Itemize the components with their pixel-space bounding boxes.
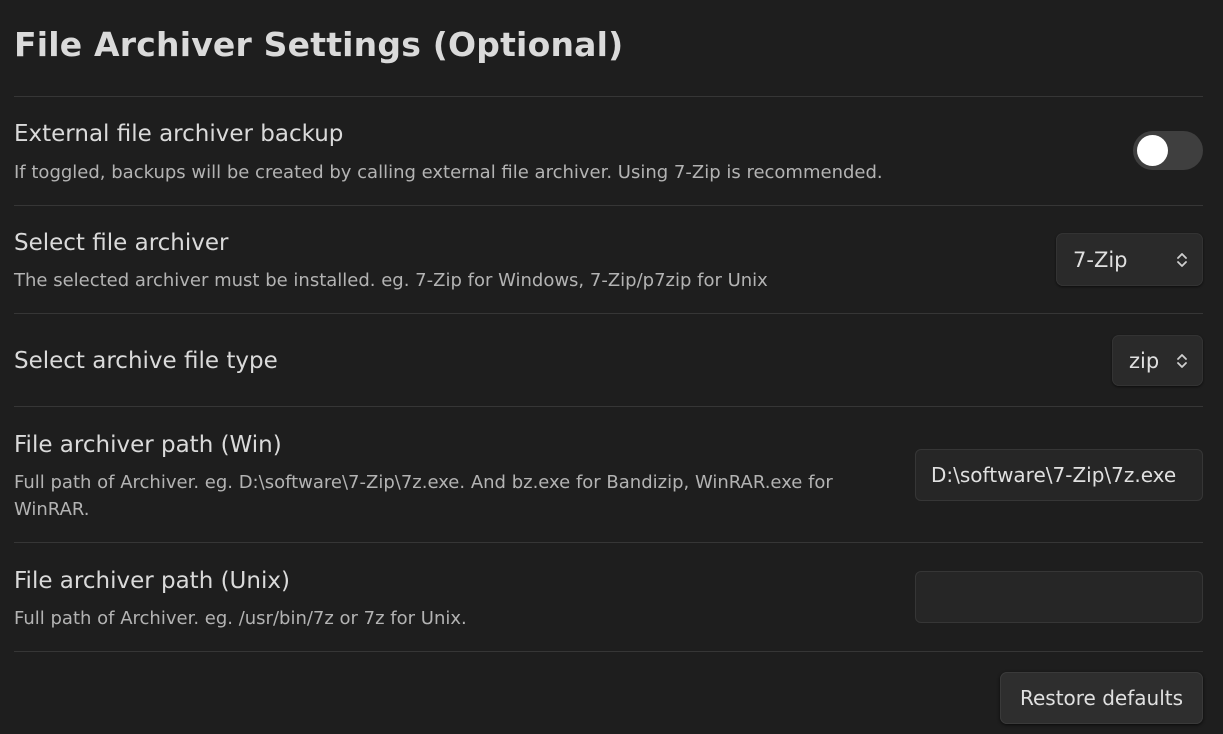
path-unix-name: File archiver path (Unix) [14, 568, 290, 594]
divider [14, 205, 1203, 206]
settings-page: File Archiver Settings (Optional) Extern… [0, 0, 1223, 734]
archive-type-select[interactable]: zip [1112, 335, 1203, 386]
archive-type-select-value: zip [1129, 348, 1160, 373]
divider [14, 542, 1203, 543]
divider [14, 406, 1203, 407]
path-win-input[interactable] [915, 449, 1203, 501]
external-backup-toggle[interactable] [1133, 131, 1203, 170]
external-backup-name: External file archiver backup [14, 121, 344, 147]
archiver-select-value: 7-Zip [1073, 247, 1128, 272]
toggle-knob [1137, 135, 1168, 166]
path-unix-description: Full path of Archiver. eg. /usr/bin/7z o… [14, 608, 467, 629]
path-win-name: File archiver path (Win) [14, 432, 282, 458]
page-title: File Archiver Settings (Optional) [14, 25, 624, 64]
select-archiver-name: Select file archiver [14, 230, 229, 256]
chevron-up-down-icon [1177, 353, 1187, 368]
restore-defaults-button[interactable]: Restore defaults [1000, 672, 1203, 724]
path-win-description: Full path of Archiver. eg. D:\software\7… [14, 472, 833, 520]
external-backup-description: If toggled, backups will be created by c… [14, 162, 883, 183]
divider [14, 313, 1203, 314]
divider [14, 651, 1203, 652]
divider [14, 96, 1203, 97]
path-unix-input[interactable] [915, 571, 1203, 623]
select-archiver-description: The selected archiver must be installed.… [14, 270, 768, 291]
archiver-select[interactable]: 7-Zip [1056, 233, 1203, 286]
archive-type-name: Select archive file type [14, 348, 278, 374]
chevron-up-down-icon [1177, 252, 1187, 267]
